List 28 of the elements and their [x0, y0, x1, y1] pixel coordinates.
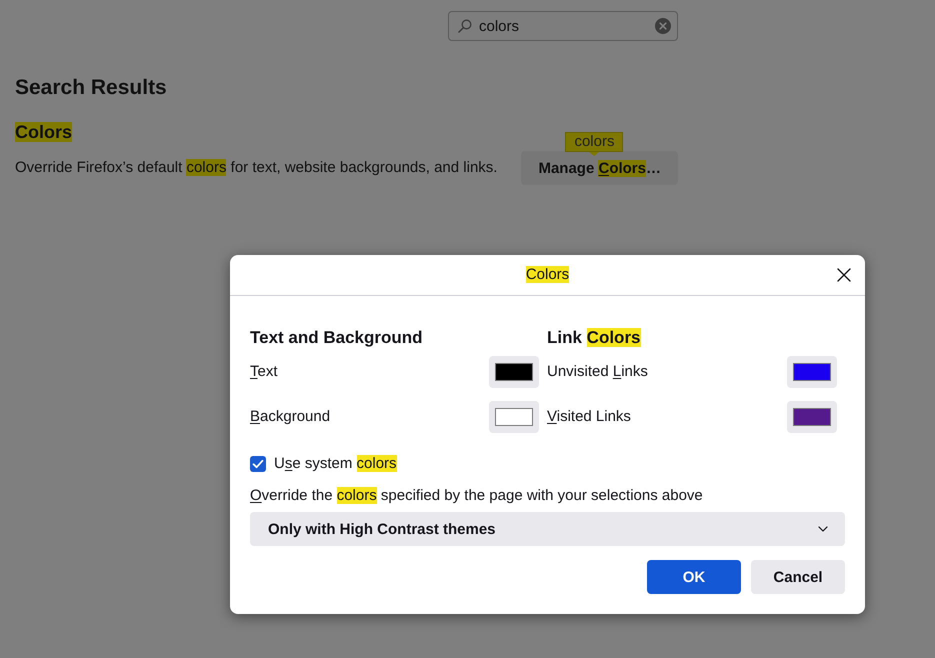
- checkbox-label[interactable]: Use system colors: [274, 455, 397, 473]
- close-icon: [837, 268, 851, 282]
- search-field[interactable]: colors: [448, 11, 678, 41]
- color-picker-button[interactable]: [489, 356, 539, 388]
- color-label: Background: [250, 407, 330, 427]
- color-picker-button[interactable]: [787, 356, 837, 388]
- close-button[interactable]: [836, 267, 852, 283]
- dialog-title: Colors: [526, 265, 570, 285]
- color-label: Text: [250, 362, 278, 382]
- group-heading: Text and Background: [250, 328, 423, 348]
- results-heading: Search Results: [15, 75, 167, 101]
- ok-button[interactable]: OK: [647, 560, 741, 594]
- clear-icon[interactable]: [655, 18, 671, 34]
- manage-colors-button[interactable]: Manage Colors…: [521, 151, 678, 185]
- dropdown[interactable]: Only with High Contrast themes: [250, 512, 845, 546]
- color-label: Unvisited Links: [547, 362, 648, 382]
- group-heading: Link Colors: [547, 328, 641, 348]
- color-picker-button[interactable]: [787, 401, 837, 433]
- checkbox[interactable]: [250, 456, 266, 472]
- chevron-icon: [818, 526, 828, 532]
- override-label: Override the colors specified by the page with your selections above: [250, 487, 703, 505]
- result-description: Override Firefox’s default colors for text, website backgrounds, and links.: [15, 158, 498, 178]
- search-match-tooltip: colors: [565, 132, 624, 156]
- cancel-button[interactable]: Cancel: [751, 560, 845, 594]
- search-icon: [458, 19, 472, 33]
- result-title: Colors: [15, 121, 72, 144]
- color-picker-button[interactable]: [489, 401, 539, 433]
- color-label: Visited Links: [547, 407, 631, 427]
